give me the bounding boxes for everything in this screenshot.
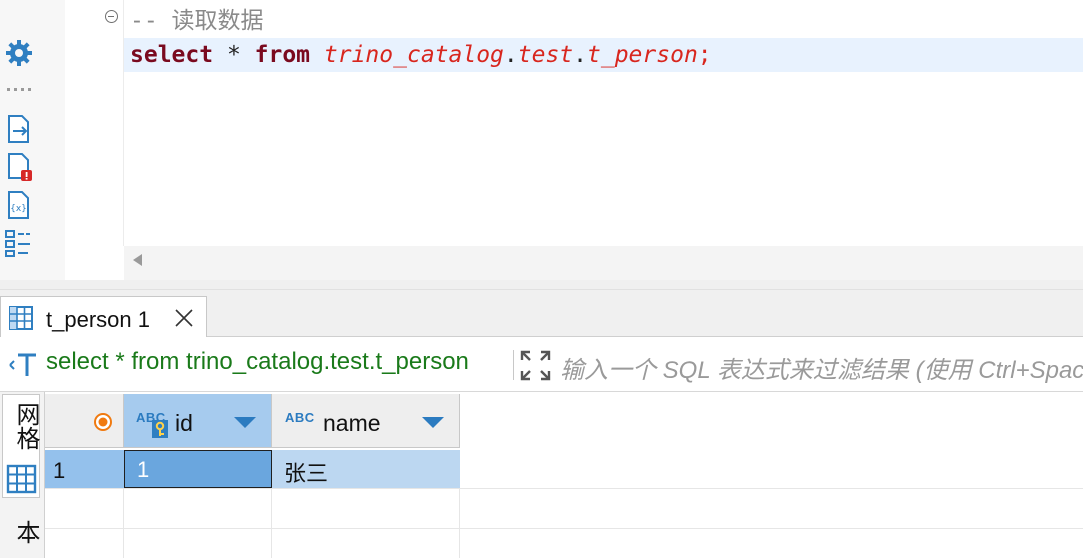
sql-token-plain: *: [213, 42, 255, 68]
chevron-down-icon[interactable]: [234, 417, 256, 428]
export-file-icon[interactable]: [4, 114, 34, 144]
close-icon[interactable]: [173, 307, 195, 329]
grid-line: [459, 488, 460, 558]
expand-icon[interactable]: [520, 350, 551, 381]
sql-text-icon[interactable]: [8, 350, 40, 378]
record-radio-icon[interactable]: [92, 411, 114, 433]
type-badge: ABC: [285, 410, 315, 425]
panel-splitter[interactable]: [0, 280, 1083, 294]
table-icon: [9, 306, 33, 330]
grid-line: [123, 488, 124, 558]
row-number-cell[interactable]: 1: [45, 450, 124, 488]
splitter-line: [0, 289, 1083, 290]
editor-gutter: [40, 0, 65, 280]
sql-token-plain: [310, 42, 324, 68]
svg-text:{x}: {x}: [10, 204, 27, 214]
fold-toggle-icon[interactable]: [105, 10, 118, 23]
sql-editor[interactable]: [124, 0, 1083, 246]
filter-query-text[interactable]: select * from trino_catalog.test.t_perso…: [46, 348, 469, 376]
column-label-id: id: [175, 410, 193, 436]
scroll-left-arrow-icon[interactable]: [133, 254, 142, 266]
column-label-name: name: [323, 410, 381, 436]
sql-token-identifier: t_person: [587, 42, 698, 68]
chevron-down-icon[interactable]: [422, 417, 444, 428]
cell-name-value: 张三: [284, 461, 329, 486]
editor-ruler: [65, 0, 123, 246]
drag-handle-icon[interactable]: [4, 84, 34, 96]
editor-horizontal-scrollbar[interactable]: [124, 246, 1083, 280]
cell-name[interactable]: 张三: [272, 450, 460, 488]
sql-token-keyword: from: [254, 42, 311, 68]
cell-id[interactable]: 1: [124, 450, 272, 488]
sql-token-dot: .: [503, 42, 518, 68]
tab-grid-label: 网格: [12, 402, 39, 450]
grid-line: [45, 488, 1083, 489]
sql-token-dot: .: [573, 42, 588, 68]
filter-placeholder: 输入一个 SQL 表达式来过滤结果 (使用 Ctrl+Spac: [560, 357, 1083, 384]
variables-file-icon[interactable]: {x}: [4, 190, 34, 220]
sql-token-keyword: select: [130, 42, 214, 68]
sql-token-identifier: trino_catalog: [323, 42, 504, 68]
file-error-icon[interactable]: [4, 152, 34, 182]
gear-icon[interactable]: [4, 38, 34, 68]
tab-label: t_person 1: [46, 307, 150, 332]
grid-line: [271, 488, 272, 558]
cell-id-value: 1: [137, 457, 150, 482]
grid-line: [45, 528, 1083, 529]
row-number: 1: [53, 458, 66, 483]
outline-icon[interactable]: [4, 228, 34, 258]
filter-separator: [513, 350, 514, 380]
sql-comment-line: -- 读取数据: [130, 8, 264, 34]
sql-token-semicolon: ;: [697, 42, 712, 68]
sql-statement-line[interactable]: select * from trino_catalog.test.t_perso…: [130, 40, 712, 70]
key-icon: [152, 420, 168, 438]
sql-token-identifier: test: [517, 42, 574, 68]
grid-icon: [6, 464, 37, 494]
